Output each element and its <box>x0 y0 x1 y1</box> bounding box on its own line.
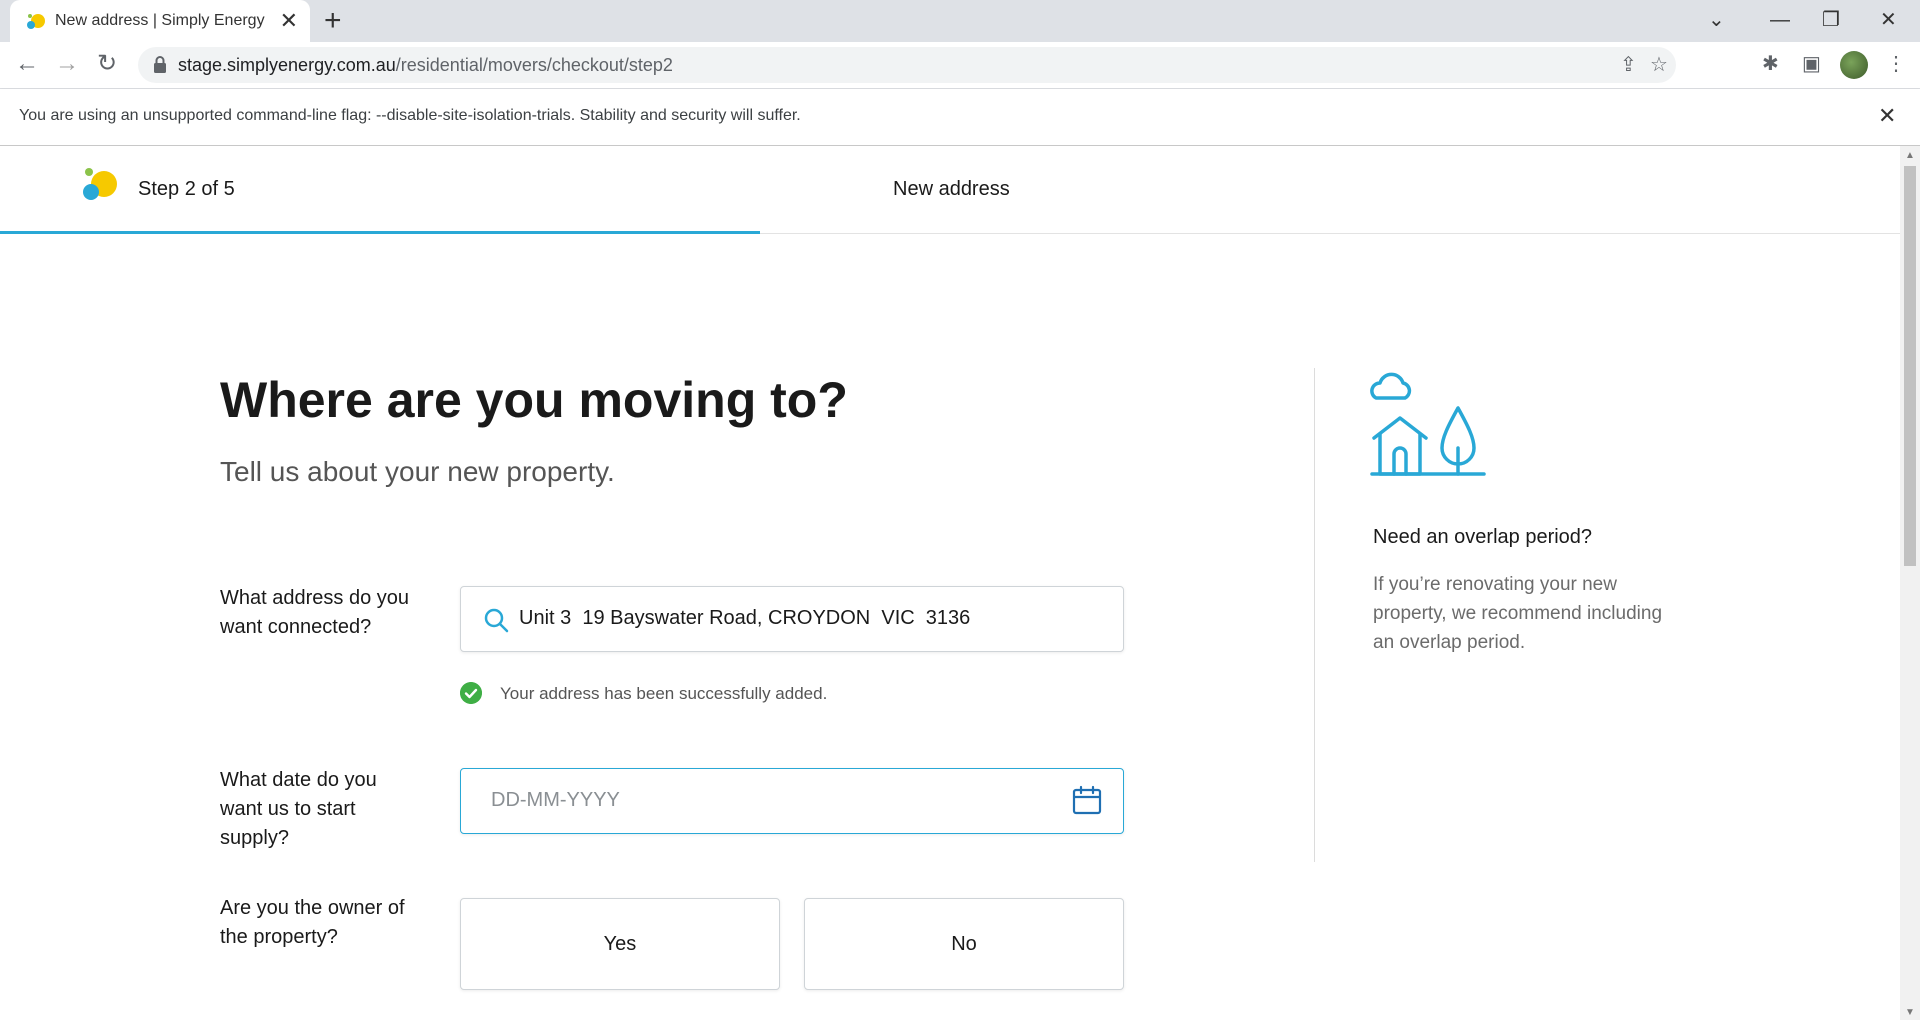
page-title: Where are you moving to? <box>220 372 848 428</box>
url-host: stage.simplyenergy.com.au <box>178 55 396 75</box>
side-panel-icon[interactable]: ▣ <box>1802 52 1821 76</box>
success-text: Your address has been successfully added… <box>500 684 828 703</box>
bookmark-star-icon[interactable]: ☆ <box>1650 53 1668 77</box>
page-scrollbar[interactable]: ▲ ▼ <box>1900 146 1920 1020</box>
minimize-icon[interactable]: — <box>1770 8 1790 32</box>
page-content: Step 2 of 5 New address Where are you mo… <box>0 146 1900 1020</box>
checkout-header: Step 2 of 5 New address <box>0 146 1900 234</box>
simply-energy-logo <box>83 168 117 200</box>
new-tab-icon[interactable]: + <box>324 4 342 38</box>
window-close-icon[interactable]: ✕ <box>1880 8 1897 32</box>
tab-strip: New address | Simply Energy ✕ + ⌄ — ❐ ✕ <box>0 0 1920 42</box>
calendar-icon[interactable] <box>1071 784 1103 816</box>
tab-close-icon[interactable]: ✕ <box>280 8 298 34</box>
warning-infobar: You are using an unsupported command-lin… <box>0 89 1920 146</box>
back-icon[interactable]: ← <box>12 50 42 78</box>
address-input[interactable]: Unit 3 19 Bayswater Road, CROYDON VIC 31… <box>460 586 1124 652</box>
profile-avatar[interactable] <box>1840 51 1868 79</box>
url-text: stage.simplyenergy.com.au/residential/mo… <box>178 55 673 76</box>
forward-icon[interactable]: → <box>52 50 82 78</box>
simply-energy-favicon-icon <box>27 14 45 29</box>
header-title: New address <box>893 178 1010 200</box>
date-question-label: What date do you want us to start supply… <box>220 769 377 849</box>
address-value: Unit 3 19 Bayswater Road, CROYDON VIC 31… <box>519 607 971 629</box>
search-icon <box>484 608 509 633</box>
address-bar[interactable]: stage.simplyenergy.com.au/residential/mo… <box>138 47 1676 83</box>
date-placeholder: DD-MM-YYYY <box>491 789 620 811</box>
extensions-icon[interactable]: ✱ <box>1762 52 1779 76</box>
share-icon[interactable]: ⇪ <box>1620 53 1637 77</box>
scroll-down-icon[interactable]: ▼ <box>1905 1007 1915 1018</box>
start-date-input[interactable]: DD-MM-YYYY <box>460 768 1124 834</box>
owner-yes-button[interactable]: Yes <box>460 898 780 990</box>
house-tree-illustration-icon <box>1370 372 1486 476</box>
owner-question-label: Are you the owner of the property? <box>220 897 405 948</box>
lock-icon <box>154 56 166 73</box>
scroll-up-icon[interactable]: ▲ <box>1905 150 1915 161</box>
tab-title: New address | Simply Energy <box>55 12 265 29</box>
page-subtitle: Tell us about your new property. <box>220 456 615 487</box>
browser-toolbar: ← → ↻ stage.simplyenergy.com.au/resident… <box>0 42 1920 89</box>
menu-icon[interactable]: ⋮ <box>1886 52 1906 76</box>
url-path: /residential/movers/checkout/step2 <box>395 55 673 75</box>
tab-search-icon[interactable]: ⌄ <box>1708 8 1725 32</box>
step-indicator: Step 2 of 5 <box>138 178 235 200</box>
scrollbar-thumb[interactable] <box>1904 166 1916 566</box>
sidebar-title: Need an overlap period? <box>1373 526 1593 548</box>
browser-tab[interactable]: New address | Simply Energy ✕ <box>10 0 310 42</box>
restore-icon[interactable]: ❐ <box>1822 8 1840 32</box>
infobar-message: You are using an unsupported command-lin… <box>19 107 801 124</box>
owner-no-button[interactable]: No <box>804 898 1124 990</box>
reload-icon[interactable]: ↻ <box>92 50 122 78</box>
infobar-close-icon[interactable]: ✕ <box>1878 103 1896 129</box>
sidebar-text: If you’re renovating your new property, … <box>1373 574 1663 653</box>
address-question-label: What address do you want connected? <box>220 587 409 638</box>
sidebar-divider <box>1314 368 1315 862</box>
progress-bar <box>0 231 760 234</box>
success-check-icon <box>460 682 482 704</box>
